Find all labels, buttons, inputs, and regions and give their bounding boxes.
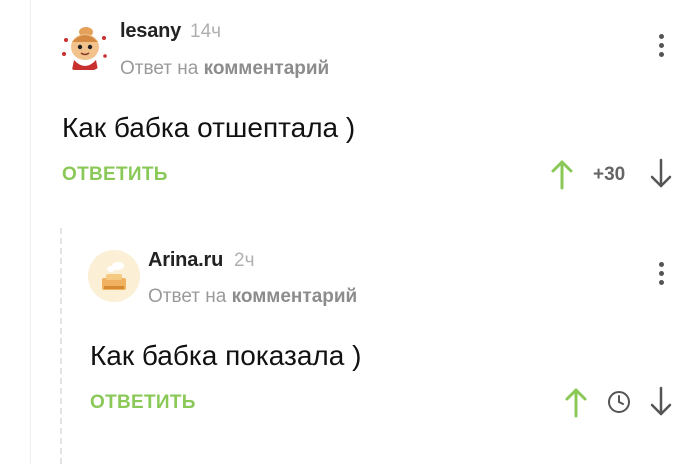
reply-to-line: Ответ на комментарий (120, 58, 329, 80)
username[interactable]: lesany (120, 20, 181, 43)
reply-button[interactable]: ОТВЕТИТЬ (62, 164, 168, 186)
downvote-arrow-icon[interactable] (648, 386, 674, 418)
reply-button[interactable]: ОТВЕТИТЬ (90, 392, 196, 414)
upvote-arrow-icon[interactable] (549, 158, 575, 190)
more-options-icon[interactable] (657, 262, 665, 288)
more-options-icon[interactable] (657, 34, 665, 60)
comment-text: Как бабка показала ) (90, 340, 362, 371)
timestamp: 14ч (190, 21, 222, 42)
reply-target-link[interactable]: комментарий (204, 58, 330, 79)
comment-arina: Arina.ru 2ч Ответ на комментарий Как баб… (0, 228, 700, 464)
avatar[interactable] (58, 20, 110, 72)
comment-lesany: lesany 14ч Ответ на комментарий Как бабк… (0, 0, 700, 210)
timestamp: 2ч (234, 250, 255, 271)
comment-text: Как бабка отшептала ) (62, 112, 356, 143)
avatar-illustration (58, 20, 110, 72)
reply-to-line: Ответ на комментарий (148, 286, 357, 308)
username[interactable]: Arina.ru (148, 249, 223, 272)
upvote-arrow-icon[interactable] (563, 386, 589, 418)
downvote-arrow-icon[interactable] (648, 158, 674, 190)
rating-value: +30 (593, 164, 626, 185)
reply-prefix: Ответ на (120, 58, 199, 79)
reply-prefix: Ответ на (148, 286, 227, 307)
clock-icon (608, 391, 630, 413)
reply-target-link[interactable]: комментарий (232, 286, 358, 307)
avatar[interactable] (88, 250, 140, 302)
avatar-illustration (88, 250, 140, 302)
